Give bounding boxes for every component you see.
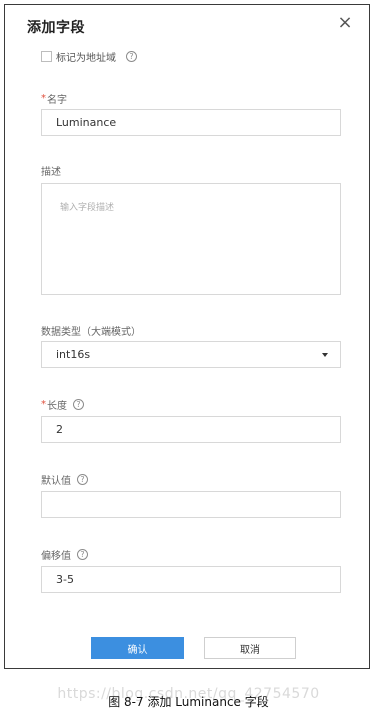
length-label-row: * 长度 ? bbox=[41, 397, 84, 412]
offset-label: 偏移值 bbox=[41, 551, 71, 562]
length-input-value: 2 bbox=[56, 423, 63, 436]
dialog-title: 添加字段 bbox=[27, 20, 85, 36]
default-value-label-row: 默认值 ? bbox=[41, 472, 88, 487]
close-icon[interactable]: × bbox=[335, 13, 355, 33]
address-checkbox-row: 标记为地址域 ? bbox=[41, 49, 137, 64]
length-label: 长度 bbox=[47, 401, 67, 412]
address-checkbox-label: 标记为地址域 bbox=[56, 53, 116, 64]
name-input-value: Luminance bbox=[56, 116, 117, 129]
description-placeholder: 输入字段描述 bbox=[60, 203, 115, 213]
figure-caption: 图 8-7 添加 Luminance 字段 bbox=[108, 695, 269, 709]
offset-label-row: 偏移值 ? bbox=[41, 547, 88, 562]
name-input[interactable]: Luminance bbox=[41, 109, 341, 136]
help-icon[interactable]: ? bbox=[77, 549, 88, 560]
default-value-input[interactable] bbox=[41, 491, 341, 518]
cancel-button[interactable]: 取消 bbox=[204, 637, 296, 659]
required-mark: * bbox=[41, 93, 46, 104]
help-icon[interactable]: ? bbox=[126, 51, 137, 62]
offset-input-value: 3-5 bbox=[56, 573, 74, 586]
help-icon[interactable]: ? bbox=[77, 474, 88, 485]
data-type-select[interactable]: int16s bbox=[41, 341, 341, 368]
name-label-row: * 名字 bbox=[41, 91, 67, 106]
data-type-label: 数据类型（大端模式） bbox=[41, 327, 141, 338]
length-input[interactable]: 2 bbox=[41, 416, 341, 443]
add-field-dialog: 添加字段 × 标记为地址域 ? * 名字 Luminance 描述 输入字段描述… bbox=[4, 4, 370, 669]
caret-down-icon bbox=[322, 353, 328, 357]
data-type-value: int16s bbox=[56, 348, 91, 361]
address-checkbox[interactable] bbox=[41, 51, 52, 62]
help-icon[interactable]: ? bbox=[73, 399, 84, 410]
confirm-button[interactable]: 确认 bbox=[91, 637, 184, 659]
offset-input[interactable]: 3-5 bbox=[41, 566, 341, 593]
description-label: 描述 bbox=[41, 167, 61, 178]
name-label: 名字 bbox=[47, 95, 67, 106]
required-mark: * bbox=[41, 399, 46, 410]
description-textarea[interactable]: 输入字段描述 bbox=[41, 183, 341, 295]
default-value-label: 默认值 bbox=[41, 476, 71, 487]
